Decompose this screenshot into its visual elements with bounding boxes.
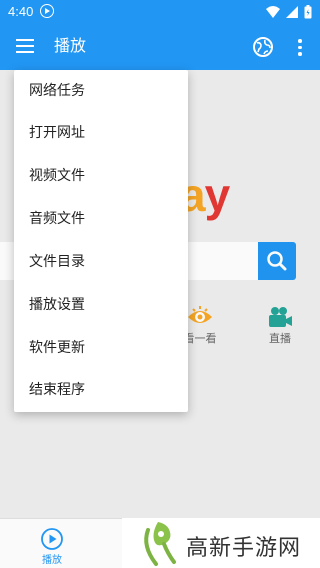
media-playing-icon [40, 4, 54, 18]
watermark-text: 高新手游网 [186, 536, 302, 561]
play-circle-icon [41, 528, 63, 550]
battery-icon [304, 5, 312, 19]
menu-icon[interactable] [16, 39, 34, 53]
more-options-icon[interactable] [294, 36, 306, 58]
globe-icon[interactable] [252, 36, 274, 58]
menu-item-video-files[interactable]: 视频文件 [14, 155, 188, 197]
status-bar: 4:40 [0, 0, 320, 24]
menu-item-open-url[interactable]: 打开网址 [14, 112, 188, 154]
menu-item-audio-files[interactable]: 音频文件 [14, 198, 188, 240]
status-icons [266, 4, 312, 20]
signal-icon [286, 6, 298, 18]
bottom-nav-play-label: 播放 [42, 555, 62, 566]
menu-item-file-directory[interactable]: 文件目录 [14, 241, 188, 283]
menu-item-software-update[interactable]: 软件更新 [14, 327, 188, 369]
watermark: 高新手游网 [122, 518, 320, 568]
page-title: 播放 [54, 36, 87, 55]
status-time: 4:40 [8, 4, 34, 19]
watermark-logo-icon [144, 522, 176, 566]
bottom-nav-play[interactable]: 播放 [28, 525, 76, 567]
overflow-menu: 网络任务 打开网址 视频文件 音频文件 文件目录 播放设置 软件更新 结束程序 [14, 70, 188, 412]
wifi-icon [266, 6, 280, 18]
menu-item-network-tasks[interactable]: 网络任务 [14, 70, 188, 112]
app-bar: 播放 [0, 24, 320, 70]
menu-item-exit[interactable]: 结束程序 [14, 369, 188, 411]
menu-item-playback-settings[interactable]: 播放设置 [14, 284, 188, 326]
